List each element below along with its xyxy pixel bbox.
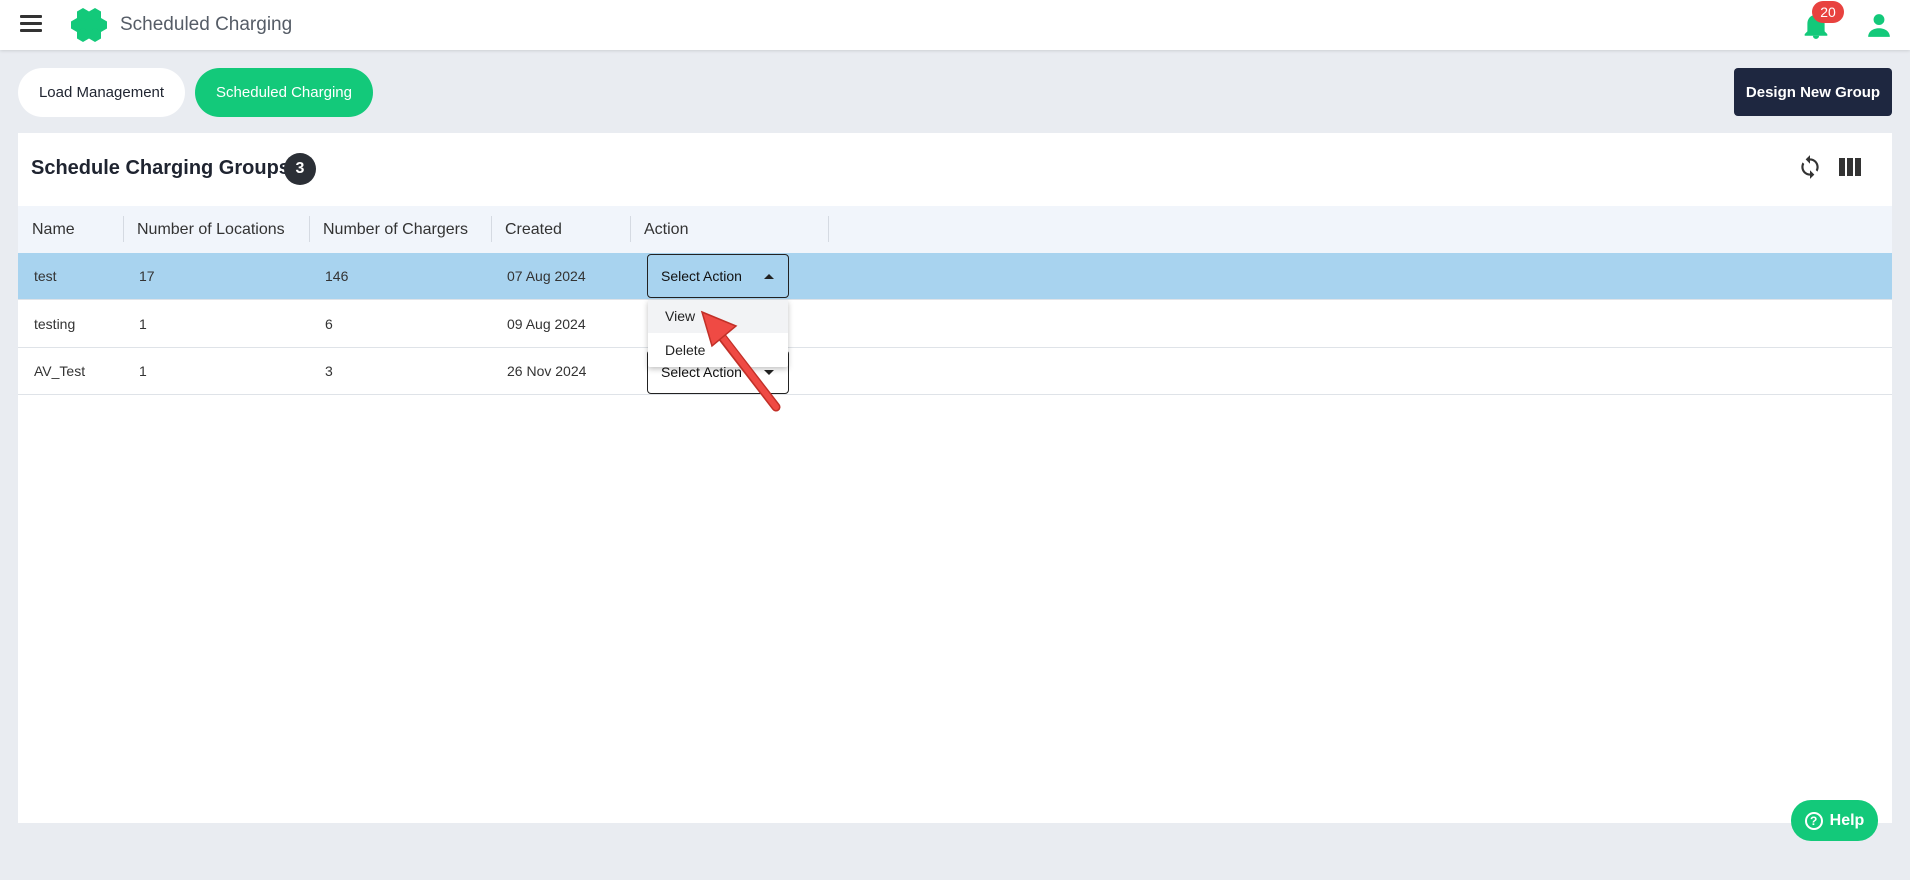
hamburger-menu-icon[interactable] xyxy=(20,15,44,35)
groups-panel: Schedule Charging Groups 3 Name Number o… xyxy=(18,133,1892,823)
help-label: Help xyxy=(1829,811,1865,829)
cell-created: 26 Nov 2024 xyxy=(507,363,587,379)
notification-count-badge: 20 xyxy=(1812,1,1844,23)
cell-locations: 17 xyxy=(139,268,155,284)
cell-created: 07 Aug 2024 xyxy=(507,268,586,284)
cell-name: AV_Test xyxy=(34,363,86,379)
table-header: Name Number of Locations Number of Charg… xyxy=(18,206,1892,253)
design-new-group-button[interactable]: Design New Group xyxy=(1734,68,1892,116)
select-action-label: Select Action xyxy=(661,268,742,284)
column-header-name[interactable]: Name xyxy=(18,206,75,253)
select-action-dropdown[interactable]: Select Action xyxy=(647,254,789,298)
cell-locations: 1 xyxy=(139,363,147,379)
app-title: Scheduled Charging xyxy=(120,14,293,35)
hexagon-logo-icon xyxy=(71,8,107,42)
cell-name: testing xyxy=(34,316,76,332)
top-bar: Scheduled Charging 20 xyxy=(0,0,1910,50)
table-row[interactable]: AV_Test 1 3 26 Nov 2024 Select Action xyxy=(18,348,1892,395)
column-header-locations[interactable]: Number of Locations xyxy=(123,206,285,253)
cell-created: 09 Aug 2024 xyxy=(507,316,586,332)
menu-item-view[interactable]: View xyxy=(648,300,788,333)
cell-chargers: 3 xyxy=(325,363,333,379)
caret-up-icon xyxy=(764,274,774,279)
cell-chargers: 146 xyxy=(325,268,349,284)
action-menu: View Delete xyxy=(648,300,788,367)
cell-locations: 1 xyxy=(139,316,147,332)
column-header-chargers[interactable]: Number of Chargers xyxy=(309,206,468,253)
group-count-badge: 3 xyxy=(284,153,316,185)
cell-chargers: 6 xyxy=(325,316,333,332)
refresh-icon[interactable] xyxy=(1797,154,1823,180)
column-divider xyxy=(828,216,829,242)
help-button[interactable]: ? Help xyxy=(1791,800,1878,841)
column-header-action: Action xyxy=(644,221,689,238)
user-profile-icon[interactable] xyxy=(1866,12,1892,38)
panel-title: Schedule Charging Groups xyxy=(31,157,290,179)
column-header-created[interactable]: Created xyxy=(491,206,562,253)
caret-down-icon xyxy=(764,370,774,375)
columns-icon[interactable] xyxy=(1838,156,1862,178)
tab-load-management[interactable]: Load Management xyxy=(18,68,185,117)
help-question-icon: ? xyxy=(1804,811,1823,830)
cell-name: test xyxy=(34,268,57,284)
table-row[interactable]: test 17 146 07 Aug 2024 Select Action xyxy=(18,253,1892,300)
menu-item-delete[interactable]: Delete xyxy=(648,334,788,367)
tab-scheduled-charging[interactable]: Scheduled Charging xyxy=(195,68,373,117)
table-row[interactable]: testing 1 6 09 Aug 2024 xyxy=(18,301,1892,348)
